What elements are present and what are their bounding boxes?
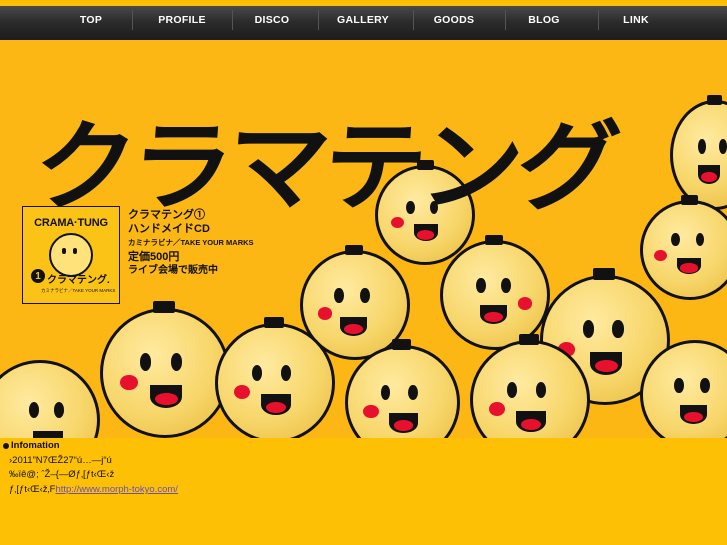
promo-availability: ライブ会場で販売中: [128, 265, 218, 276]
nav-divider: [318, 10, 319, 30]
jacket-subtitle: カミナラビナ／TAKE YOUR MARKS: [41, 288, 116, 293]
cd-jacket-image[interactable]: CRAMA·TUNG 1 クラマテング. カミナラビナ／TAKE YOUR MA…: [22, 206, 120, 304]
nav-item-top[interactable]: TOP: [58, 6, 124, 34]
nav-item-gallery[interactable]: GALLERY: [326, 6, 400, 34]
nav-divider: [413, 10, 414, 30]
nav-item-goods[interactable]: GOODS: [421, 6, 487, 34]
hero-banner: クラマテング CRAMA·TUNG 1 クラマテング. カミナラビナ／TAKE …: [0, 40, 727, 438]
jacket-brand: クラマテング.: [47, 275, 110, 286]
character-illustration: [215, 316, 335, 438]
character-illustration: [670, 94, 727, 210]
info-heading-text: Infomation: [11, 440, 60, 451]
info-link-prefix: ƒ‚[ƒt‹Œ‹ž‚F: [9, 484, 56, 495]
nav-item-profile[interactable]: PROFILE: [140, 6, 224, 34]
info-date: ›2011”N7ŒŽ27“ú…—j“ú: [9, 455, 112, 466]
character-illustration: [640, 195, 727, 300]
nav-item-disco[interactable]: DISCO: [240, 6, 304, 34]
nav-divider: [132, 10, 133, 30]
jacket-number: 1: [31, 269, 45, 283]
top-navigation: TOP PROFILE DISCO GALLERY GOODS BLOG LIN…: [0, 0, 727, 46]
information-section: Infomation ›2011”N7ŒŽ27“ú…—j“ú ‰ïê@; ˆŽ–…: [0, 438, 727, 545]
venue-website-link[interactable]: http://www.morph-tokyo.com/: [55, 484, 177, 495]
promo-title: クラマテング①: [128, 209, 205, 221]
character-illustration: [100, 301, 230, 438]
nav-item-link[interactable]: LINK: [606, 6, 666, 34]
nav-divider: [505, 10, 506, 30]
promo-format: ハンドメイドCD: [128, 223, 210, 235]
nav-divider: [232, 10, 233, 30]
info-heading: Infomation: [3, 440, 60, 451]
promo-text: クラマテング① ハンドメイドCD カミナラビナ／TAKE YOUR MARKS …: [128, 208, 254, 278]
promo-price: 定価500円: [128, 251, 180, 263]
promo-tracks: カミナラビナ／TAKE YOUR MARKS: [128, 238, 254, 247]
character-illustration: [0, 360, 100, 438]
jacket-title: CRAMA·TUNG: [34, 217, 108, 229]
bullet-icon: [3, 442, 9, 449]
info-venue: ‰ïê@; ˆŽ–{—Øƒ‚[ƒt‹Œ‹ž: [9, 469, 115, 480]
nav-item-blog[interactable]: BLOG: [513, 6, 575, 34]
nav-list: TOP PROFILE DISCO GALLERY GOODS BLOG LIN…: [0, 6, 727, 34]
nav-divider: [598, 10, 599, 30]
info-link-line: ƒ‚[ƒt‹Œ‹ž‚Fhttp://www.morph-tokyo.com/: [9, 484, 178, 495]
